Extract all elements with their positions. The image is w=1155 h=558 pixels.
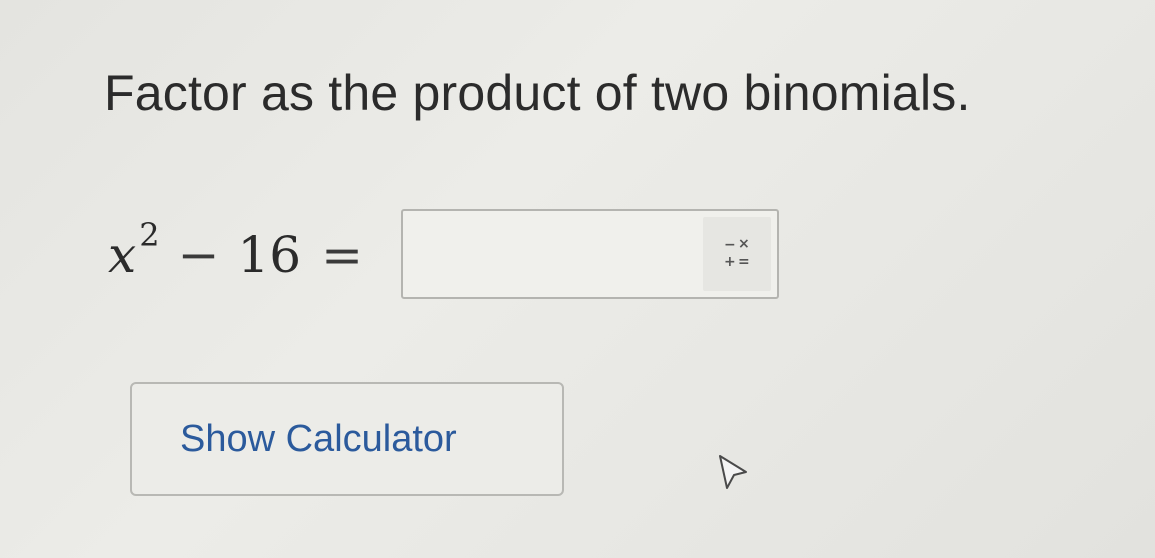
plus-symbol: + [724,254,736,270]
problem-screen: Factor as the product of two binomials. … [0,0,1155,558]
equation: x 2 − 16 = [108,216,363,290]
mouse-pointer-icon [719,455,747,489]
math-operators-icon: − × + = [721,237,753,273]
keypad-toggle-button[interactable]: − × + = [703,217,771,291]
answer-field[interactable]: − × + = [401,209,779,299]
equation-equals: = [321,226,363,284]
equation-exponent: 2 [139,216,160,254]
equation-constant: 16 [237,226,302,284]
show-calculator-button[interactable]: Show Calculator [130,382,564,496]
equation-variable: x [108,226,137,284]
question-prompt: Factor as the product of two binomials. [104,65,971,121]
minus-symbol: − [724,237,736,253]
equation-operator: − [177,226,220,284]
answer-input[interactable] [403,211,703,297]
times-symbol: × [738,236,750,252]
equal-symbol: = [738,254,750,270]
